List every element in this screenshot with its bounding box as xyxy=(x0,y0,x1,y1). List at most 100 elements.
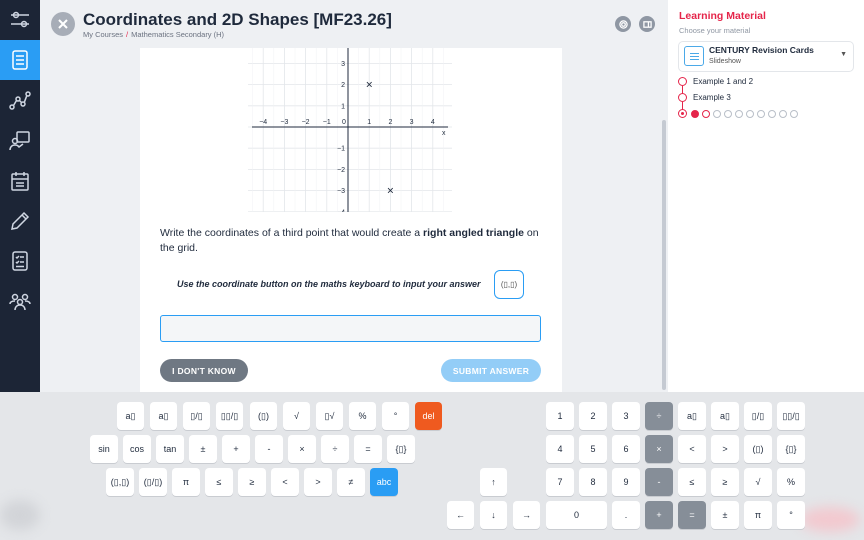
keyboard-key[interactable]: % xyxy=(777,468,805,496)
question-bold-term: right angled triangle xyxy=(423,227,524,239)
keyboard-key[interactable]: ≥ xyxy=(711,468,739,496)
close-button[interactable] xyxy=(51,12,75,36)
keyboard-key[interactable]: 4 xyxy=(546,435,574,463)
keyboard-key[interactable]: = xyxy=(354,435,382,463)
step-dot[interactable] xyxy=(757,109,765,118)
example-item[interactable]: Example 1 and 2 xyxy=(678,77,753,86)
checklist-icon[interactable] xyxy=(0,241,40,281)
settings-gear-icon[interactable] xyxy=(615,16,631,32)
keyboard-key[interactable]: 8 xyxy=(579,468,607,496)
panel-toggle-icon[interactable] xyxy=(639,16,655,32)
keyboard-key[interactable]: 3 xyxy=(612,402,640,430)
maths-keyboard: a▯ a▯ ▯/▯ ▯▯/▯ (▯) √ ▯√% ° del sin cos tan ± + - × ÷ = {▯}… xyxy=(0,392,864,540)
example-item[interactable]: Example 3 xyxy=(678,93,731,102)
step-dot[interactable] xyxy=(779,109,787,118)
keyboard-key[interactable]: > xyxy=(304,468,332,496)
material-select[interactable]: CENTURY Revision Cards Slideshow ▼ xyxy=(679,42,853,71)
keyboard-key[interactable]: {▯} xyxy=(777,435,805,463)
keyboard-key[interactable]: - xyxy=(645,468,673,496)
keyboard-key[interactable]: a▯ xyxy=(678,402,706,430)
panel-title: Learning Material xyxy=(679,10,766,22)
keyboard-key[interactable]: ± xyxy=(189,435,217,463)
keyboard-key[interactable]: ▯▯/▯ xyxy=(216,402,243,430)
step-dot[interactable] xyxy=(768,109,776,118)
keyboard-key[interactable]: √ xyxy=(283,402,310,430)
keyboard-key[interactable]: ▯√ xyxy=(316,402,343,430)
step-dot[interactable] xyxy=(702,109,710,118)
keyboard-key[interactable]: 6 xyxy=(612,435,640,463)
keyboard-key[interactable]: ± xyxy=(711,501,739,529)
abc-key[interactable]: abc xyxy=(370,468,398,496)
keyboard-key[interactable]: a▯ xyxy=(150,402,177,430)
keyboard-key[interactable]: ° xyxy=(777,501,805,529)
keyboard-key[interactable]: tan xyxy=(156,435,184,463)
keyboard-key[interactable]: . xyxy=(612,501,640,529)
breadcrumb-course[interactable]: Mathematics Secondary (H) xyxy=(131,30,224,39)
keyboard-key[interactable]: + xyxy=(645,501,673,529)
keyboard-key[interactable]: (▯) xyxy=(250,402,277,430)
keyboard-key[interactable]: ÷ xyxy=(645,402,673,430)
keyboard-key[interactable]: + xyxy=(222,435,250,463)
step-dot[interactable] xyxy=(713,109,721,118)
calendar-icon[interactable] xyxy=(0,161,40,201)
keyboard-key[interactable]: π xyxy=(172,468,200,496)
step-dot[interactable] xyxy=(678,109,687,118)
keyboard-key[interactable]: (▯/▯) xyxy=(139,468,167,496)
keyboard-key[interactable]: ≥ xyxy=(238,468,266,496)
keyboard-key[interactable]: × xyxy=(645,435,673,463)
arrow-down-key[interactable]: ↓ xyxy=(480,501,507,529)
keyboard-key[interactable]: × xyxy=(288,435,316,463)
scrollbar-thumb[interactable] xyxy=(662,120,666,390)
keyboard-key[interactable]: ▯/▯ xyxy=(744,402,772,430)
keyboard-key[interactable]: 2 xyxy=(579,402,607,430)
blur-artifact xyxy=(800,507,860,532)
zero-key[interactable]: 0 xyxy=(546,501,607,529)
keyboard-key[interactable]: ▯▯/▯ xyxy=(777,402,805,430)
keyboard-key[interactable]: √ xyxy=(744,468,772,496)
dont-know-button[interactable]: I DON'T KNOW xyxy=(160,359,248,382)
pencil-icon[interactable] xyxy=(0,201,40,241)
keyboard-key[interactable]: ≤ xyxy=(205,468,233,496)
keyboard-key[interactable]: 9 xyxy=(612,468,640,496)
breadcrumb-my-courses[interactable]: My Courses xyxy=(83,30,123,39)
arrow-right-key[interactable]: → xyxy=(513,501,540,529)
arrow-left-key[interactable]: ← xyxy=(447,501,474,529)
answer-input[interactable] xyxy=(160,315,541,342)
keyboard-key[interactable]: ° xyxy=(382,402,409,430)
teacher-board-icon[interactable] xyxy=(0,121,40,161)
keyboard-key[interactable]: < xyxy=(678,435,706,463)
arrow-up-key[interactable]: ↑ xyxy=(480,468,507,496)
keyboard-key[interactable]: (▯,▯) xyxy=(106,468,134,496)
step-dot[interactable] xyxy=(746,109,754,118)
keyboard-key[interactable]: < xyxy=(271,468,299,496)
delete-key[interactable]: del xyxy=(415,402,442,430)
keyboard-key[interactable]: 5 xyxy=(579,435,607,463)
keyboard-key[interactable]: - xyxy=(255,435,283,463)
keyboard-key[interactable]: 1 xyxy=(546,402,574,430)
keyboard-key[interactable]: ÷ xyxy=(321,435,349,463)
group-icon[interactable] xyxy=(0,281,40,321)
keyboard-key[interactable]: cos xyxy=(123,435,151,463)
keyboard-key[interactable]: 7 xyxy=(546,468,574,496)
keyboard-key[interactable]: ≠ xyxy=(337,468,365,496)
submit-answer-button[interactable]: SUBMIT ANSWER xyxy=(441,359,541,382)
step-dot[interactable] xyxy=(735,109,743,118)
keyboard-key[interactable]: π xyxy=(744,501,772,529)
keyboard-key[interactable]: sin xyxy=(90,435,118,463)
keyboard-key[interactable]: ≤ xyxy=(678,468,706,496)
list-icon[interactable] xyxy=(0,40,40,80)
keyboard-key[interactable]: = xyxy=(678,501,706,529)
keyboard-key[interactable]: % xyxy=(349,402,376,430)
keyboard-key[interactable]: (▯) xyxy=(744,435,772,463)
network-icon[interactable] xyxy=(0,81,40,121)
keyboard-key[interactable]: ▯/▯ xyxy=(183,402,210,430)
keyboard-key[interactable]: a▯ xyxy=(711,402,739,430)
step-dot[interactable] xyxy=(790,109,798,118)
step-dot[interactable] xyxy=(691,109,699,118)
keyboard-key[interactable]: a▯ xyxy=(117,402,144,430)
chevron-down-icon: ▼ xyxy=(840,51,847,58)
keyboard-key[interactable]: > xyxy=(711,435,739,463)
keyboard-key[interactable]: {▯} xyxy=(387,435,415,463)
sliders-icon[interactable] xyxy=(0,0,40,40)
step-dot[interactable] xyxy=(724,109,732,118)
